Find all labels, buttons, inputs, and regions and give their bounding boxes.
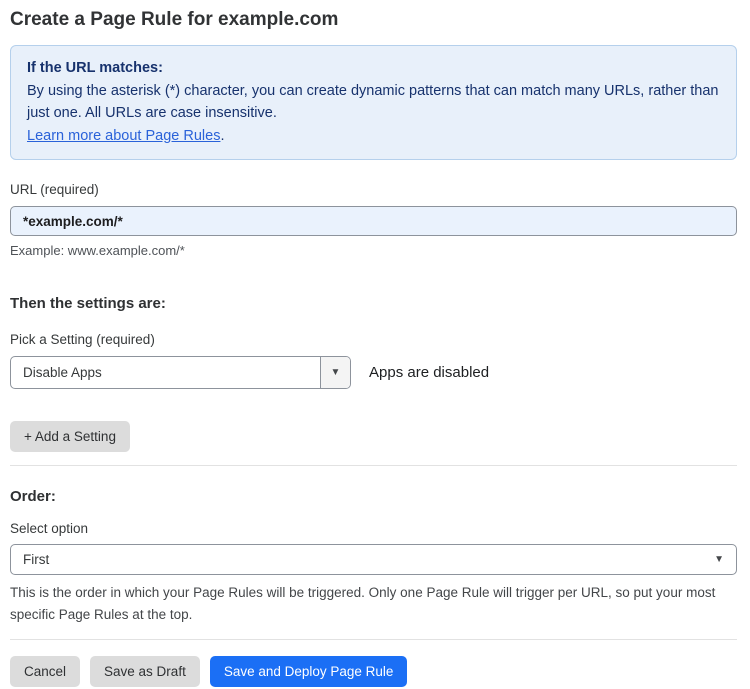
cancel-button[interactable]: Cancel (10, 656, 81, 687)
setting-dropdown[interactable]: Disable Apps ▼ (10, 356, 351, 389)
settings-section-heading: Then the settings are: (10, 295, 166, 312)
order-select-label: Select option (10, 521, 89, 536)
footer-actions: Cancel Save as Draft Save and Deploy Pag… (10, 656, 737, 687)
page-title: Create a Page Rule for example.com (10, 9, 339, 30)
setting-status-text: Apps are disabled (369, 364, 490, 381)
url-matches-info-box: If the URL matches: By using the asteris… (10, 45, 737, 160)
setting-dropdown-caret-button[interactable]: ▼ (320, 357, 350, 388)
learn-more-link[interactable]: Learn more about Page Rules (27, 128, 220, 144)
order-select-value: First (23, 552, 50, 567)
page-rule-form: Create a Page Rule for example.com If th… (0, 0, 750, 687)
save-draft-button[interactable]: Save as Draft (90, 656, 200, 687)
order-help-text: This is the order in which your Page Rul… (10, 585, 716, 622)
footer-divider (10, 639, 737, 640)
link-suffix: . (220, 127, 225, 144)
url-field-label: URL (required) (10, 182, 99, 197)
order-section-heading: Order: (10, 488, 56, 505)
setting-row: Disable Apps ▼ Apps are disabled (10, 356, 737, 389)
chevron-down-icon: ▼ (714, 553, 724, 565)
save-deploy-button[interactable]: Save and Deploy Page Rule (209, 656, 408, 687)
url-input[interactable] (10, 206, 737, 236)
setting-dropdown-value: Disable Apps (23, 365, 102, 380)
info-box-heading: If the URL matches: (27, 60, 163, 76)
info-box-body-text: By using the asterisk (*) character, you… (27, 82, 719, 122)
order-select[interactable]: First ▼ (10, 544, 737, 575)
pick-setting-label: Pick a Setting (required) (10, 332, 155, 347)
section-divider (10, 465, 737, 466)
add-setting-button[interactable]: + Add a Setting (10, 421, 130, 452)
chevron-down-icon: ▼ (330, 366, 341, 378)
info-box-body: By using the asterisk (*) character, you… (27, 80, 720, 148)
url-example-text: Example: www.example.com/* (10, 243, 185, 258)
